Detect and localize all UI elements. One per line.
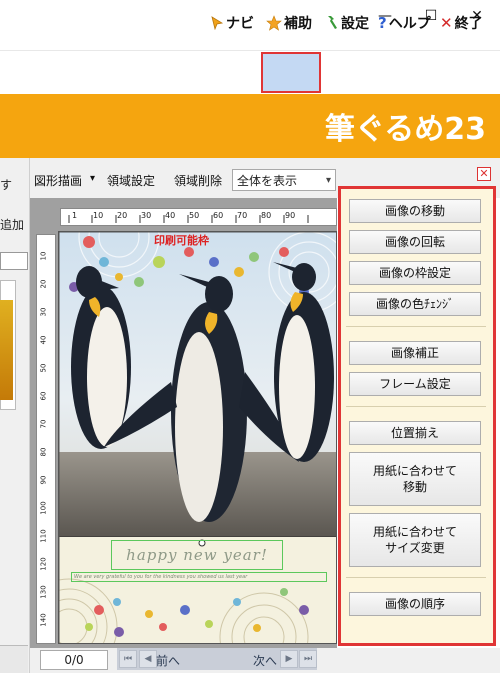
first-page-button[interactable]: ⏮ [119,650,137,668]
first-page-icon: ⏮ [123,654,133,664]
image-order-button[interactable]: 画像の順序 [349,592,481,616]
shape-draw-button[interactable]: 図形描画 [34,172,82,189]
ruler-label: 50 [189,211,200,220]
menu-bar [0,50,500,94]
ruler-label: 80 [39,447,48,457]
close-panel-button[interactable]: ✕ [477,167,491,181]
view-select-value: 全体を表示 [237,173,298,188]
left-panel-combo[interactable] [0,252,28,270]
close-x-icon: ✕ [440,14,453,32]
left-panel-thumbnail[interactable] [0,300,13,400]
menu-help-label: ヘルプ [388,16,431,32]
ruler-label: 80 [261,211,272,220]
ruler-label: 1 [72,211,78,220]
hojo-highlight [261,52,321,93]
menu-settei[interactable]: 設定 [325,8,369,38]
left-panel [0,158,30,673]
star-icon [266,15,282,31]
ruler-label: 40 [165,211,176,220]
vertical-ruler-labels: 10 20 30 40 50 60 70 80 90 100 110 120 1… [36,234,56,644]
next-page-button[interactable]: 次へ [253,652,277,669]
left-panel-text: す [0,178,13,192]
next-arrow-icon: ▶ [285,654,293,664]
app-logo: 筆ぐるめ23 [324,112,486,147]
page-counter: 0/0 [40,650,108,670]
image-frame-button[interactable]: 画像の枠設定 [349,261,481,285]
printable-area-label: 印刷可能枠 [154,234,209,247]
greeting-text-box[interactable]: happy new year! [111,540,283,570]
side-panel-divider [346,406,486,407]
menu-hojo-label: 補助 [284,16,312,32]
ruler-label: 110 [39,529,48,543]
ruler-label: 10 [39,251,48,261]
rotate-image-button[interactable]: 画像の回転 [349,230,481,254]
image-color-change-button[interactable]: 画像の色ﾁｪﾝｼﾞ [349,292,481,316]
question-icon: ? [378,14,387,32]
prev-arrow-button[interactable]: ◀ [139,650,157,668]
postcard-preview[interactable]: 印刷可能枠 happy new year! We are very gratef… [58,231,337,644]
region-delete-button[interactable]: 領域削除 [174,172,222,189]
align-button[interactable]: 位置揃え [349,421,481,445]
last-page-icon: ⏭ [303,654,313,664]
ruler-label: 20 [39,279,48,289]
left-panel-add[interactable]: 追加 [0,216,24,233]
prev-arrow-icon: ◀ [144,654,152,664]
ruler-label: 120 [39,557,48,571]
ruler-label: 30 [39,307,48,317]
ruler-label: 10 [93,211,104,220]
ruler-label: 70 [237,211,248,220]
chevron-down-icon: ▾ [325,174,331,186]
ruler-label: 90 [39,475,48,485]
region-set-button[interactable]: 領域設定 [107,172,155,189]
ruler-label: 90 [285,211,296,220]
frame-settings-button[interactable]: フレーム設定 [349,372,481,396]
side-panel-divider [346,326,486,327]
image-correction-button[interactable]: 画像補正 [349,341,481,365]
menu-exit[interactable]: ✕ 終了 [440,8,483,38]
prev-page-button[interactable]: 前へ [156,652,180,669]
ruler-label: 70 [39,419,48,429]
message-text-box[interactable]: We are very grateful to you for the kind… [71,572,327,582]
left-panel-scroll[interactable] [0,645,28,673]
ruler-label: 50 [39,363,48,373]
ruler-label: 30 [141,211,152,220]
move-image-button[interactable]: 画像の移動 [349,199,481,223]
fit-paper-move-button[interactable]: 用紙に合わせて 移動 [349,452,481,506]
view-select[interactable]: 全体を表示 ▾ [232,169,336,191]
penguin-image[interactable] [59,232,337,644]
horizontal-ruler-labels: 1 10 20 30 40 50 60 70 80 90 [60,210,337,224]
menu-help[interactable]: ? ヘルプ [378,8,431,38]
side-panel-divider [346,577,486,578]
menu-hojo[interactable]: 補助 [266,8,312,38]
ruler-label: 130 [39,585,48,599]
menu-navi[interactable]: ナビ [210,8,254,38]
ruler-label: 40 [39,335,48,345]
pointer-arrow-icon [211,16,224,30]
wrench-icon [328,16,337,29]
close-icon: ✕ [479,167,489,180]
menu-settei-label: 設定 [341,16,369,32]
fit-paper-resize-button[interactable]: 用紙に合わせて サイズ変更 [349,513,481,567]
ruler-label: 60 [39,391,48,401]
ruler-label: 100 [39,501,48,515]
ruler-label: 60 [213,211,224,220]
menu-navi-label: ナビ [226,16,254,32]
ruler-label: 20 [117,211,128,220]
ruler-label: 140 [39,613,48,627]
next-arrow-button[interactable]: ▶ [280,650,298,668]
menu-exit-label: 終了 [454,16,483,32]
last-page-button[interactable]: ⏭ [299,650,317,668]
shape-draw-dropdown-icon[interactable]: ▾ [90,173,95,184]
